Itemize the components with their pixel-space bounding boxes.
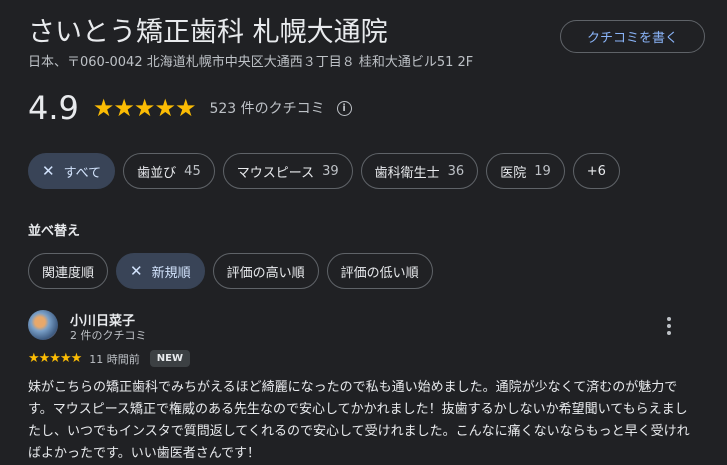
review-time: 11 時間前 — [89, 352, 140, 366]
info-icon[interactable]: i — [336, 100, 352, 116]
sort-chip[interactable]: 評価の高い順 — [212, 253, 319, 289]
rating-summary: 4.9 ★★★★★ 523 件のクチコミ i — [28, 88, 352, 128]
filter-chip-label: マウスピース — [236, 165, 315, 181]
filter-chip-label: 歯並び — [137, 165, 177, 181]
filter-chip-count: 45 — [184, 163, 201, 179]
filter-chip-label: 歯科衛生士 — [374, 165, 440, 181]
sort-chip-label: 新規順 — [151, 265, 191, 281]
rating-value: 4.9 — [28, 89, 79, 127]
filter-chip-count: 39 — [322, 163, 339, 179]
new-badge: NEW — [149, 350, 191, 367]
avatar[interactable] — [28, 310, 58, 340]
more-options-icon[interactable] — [660, 314, 678, 338]
review-stars: ★★★★★ — [28, 351, 82, 366]
filter-chip[interactable]: 歯並び 45 — [123, 153, 215, 189]
sort-chip-label: 関連度順 — [42, 265, 95, 281]
sort-chip[interactable]: ✕ 新規順 — [116, 253, 205, 289]
write-review-button[interactable]: クチコミを書く — [560, 20, 705, 53]
place-title: さいとう矯正歯科 札幌大通院 — [28, 17, 388, 48]
review-meta: ★★★★★ 11 時間前 NEW — [28, 350, 191, 367]
filter-chip-label: +6 — [586, 163, 606, 179]
review-count: 523 件のクチコミ — [209, 101, 325, 117]
sort-label: 並べ替え — [28, 224, 81, 239]
sort-chip[interactable]: 関連度順 — [28, 253, 109, 289]
sort-chips: 関連度順 ✕ 新規順 評価の高い順 評価の低い順 — [28, 253, 433, 289]
sort-chip[interactable]: 評価の低い順 — [326, 253, 433, 289]
filter-chip[interactable]: 歯科衛生士 36 — [360, 153, 479, 189]
filter-chip[interactable]: マウスピース 39 — [222, 153, 353, 189]
place-address: 日本、〒060-0042 北海道札幌市中央区大通西３丁目８ 桂和大通ビル51 2… — [28, 55, 474, 70]
filter-chip-label: すべて — [63, 165, 102, 181]
sort-chip-label: 評価の低い順 — [340, 265, 419, 281]
filter-chip-count: 36 — [447, 163, 465, 179]
filter-chip[interactable]: 医院 19 — [486, 153, 565, 189]
filter-chip-label: 医院 — [500, 165, 527, 181]
filter-chip[interactable]: +6 — [572, 153, 620, 189]
close-icon: ✕ — [42, 162, 55, 180]
close-icon: ✕ — [130, 262, 143, 280]
filter-chip-count: 19 — [534, 163, 551, 179]
sort-chip-label: 評価の高い順 — [226, 265, 305, 281]
review-text: 妹がこちらの矯正歯科でみちがえるほど綺麗になったので私も通い始めました。通院が少… — [28, 380, 690, 461]
filter-chips: ✕ すべて 歯並び 45 マウスピース 39 歯科衛生士 36 医院 19 +6 — [28, 153, 620, 189]
reviewer-review-count: 2 件のクチコミ — [70, 329, 147, 342]
rating-stars: ★★★★★ — [92, 94, 197, 122]
filter-chip[interactable]: ✕ すべて — [28, 153, 116, 189]
